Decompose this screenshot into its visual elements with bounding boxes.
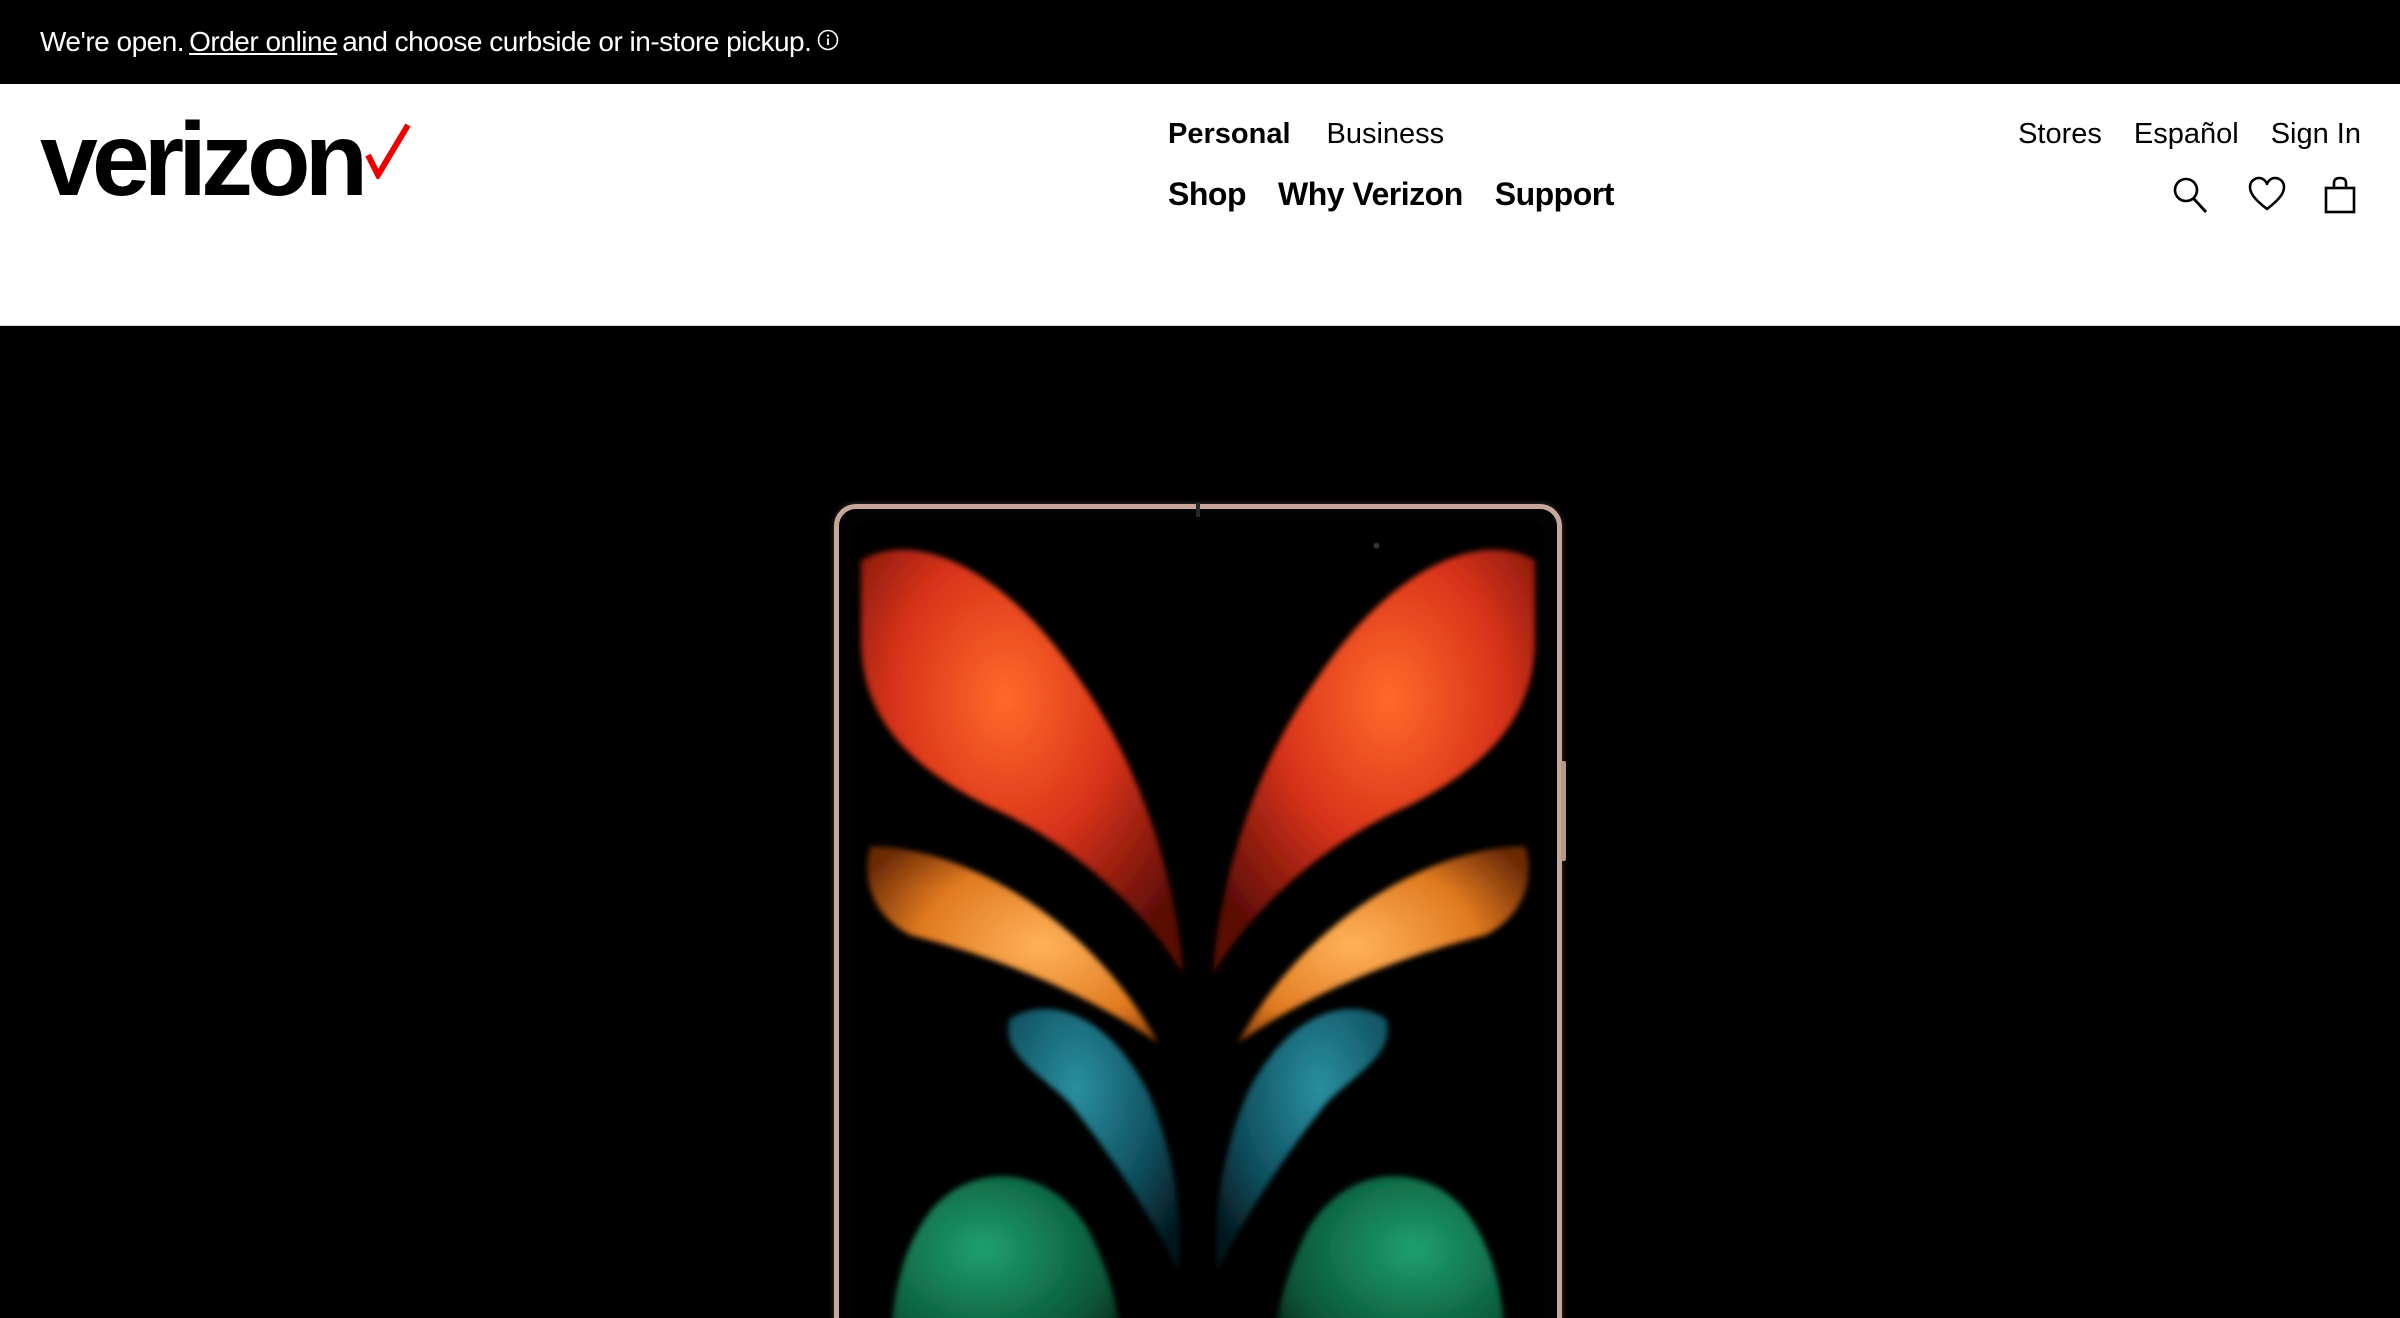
announcement-suffix: and choose curbside or in-store pickup.	[342, 26, 812, 57]
nav-business[interactable]: Business	[1327, 118, 1445, 151]
bag-icon[interactable]	[2324, 176, 2360, 214]
hero-banner[interactable]	[0, 326, 2400, 1318]
nav-why-verizon[interactable]: Why Verizon	[1278, 176, 1463, 213]
announcement-bar: We're open. Order online and choose curb…	[0, 0, 2400, 84]
site-header: verizon Personal Business Shop Why Veriz…	[0, 84, 2400, 326]
heart-icon[interactable]	[2248, 176, 2286, 214]
search-icon[interactable]	[2172, 176, 2208, 214]
utility-links: Stores Español Sign In	[2018, 118, 2361, 151]
main-nav: Shop Why Verizon Support	[1168, 176, 1614, 213]
sign-in-link[interactable]: Sign In	[2271, 118, 2361, 151]
phone-hinge	[1196, 503, 1200, 517]
nav-personal[interactable]: Personal	[1168, 118, 1291, 151]
announcement-prefix: We're open.	[40, 26, 185, 57]
segment-nav: Personal Business	[1168, 118, 1444, 151]
phone-wallpaper	[851, 521, 1545, 1318]
nav-shop[interactable]: Shop	[1168, 176, 1246, 213]
verizon-logo[interactable]: verizon	[40, 108, 412, 212]
nav-support[interactable]: Support	[1495, 176, 1615, 213]
utility-icons	[2172, 176, 2360, 214]
order-online-link[interactable]: Order online	[189, 26, 338, 58]
checkmark-icon	[364, 121, 412, 184]
folding-phone-image	[834, 503, 1566, 1318]
stores-link[interactable]: Stores	[2018, 118, 2102, 151]
logo-wordmark: verizon	[40, 102, 368, 218]
info-icon[interactable]	[817, 26, 839, 58]
espanol-link[interactable]: Español	[2134, 118, 2239, 151]
phone-side-button	[1561, 761, 1566, 861]
